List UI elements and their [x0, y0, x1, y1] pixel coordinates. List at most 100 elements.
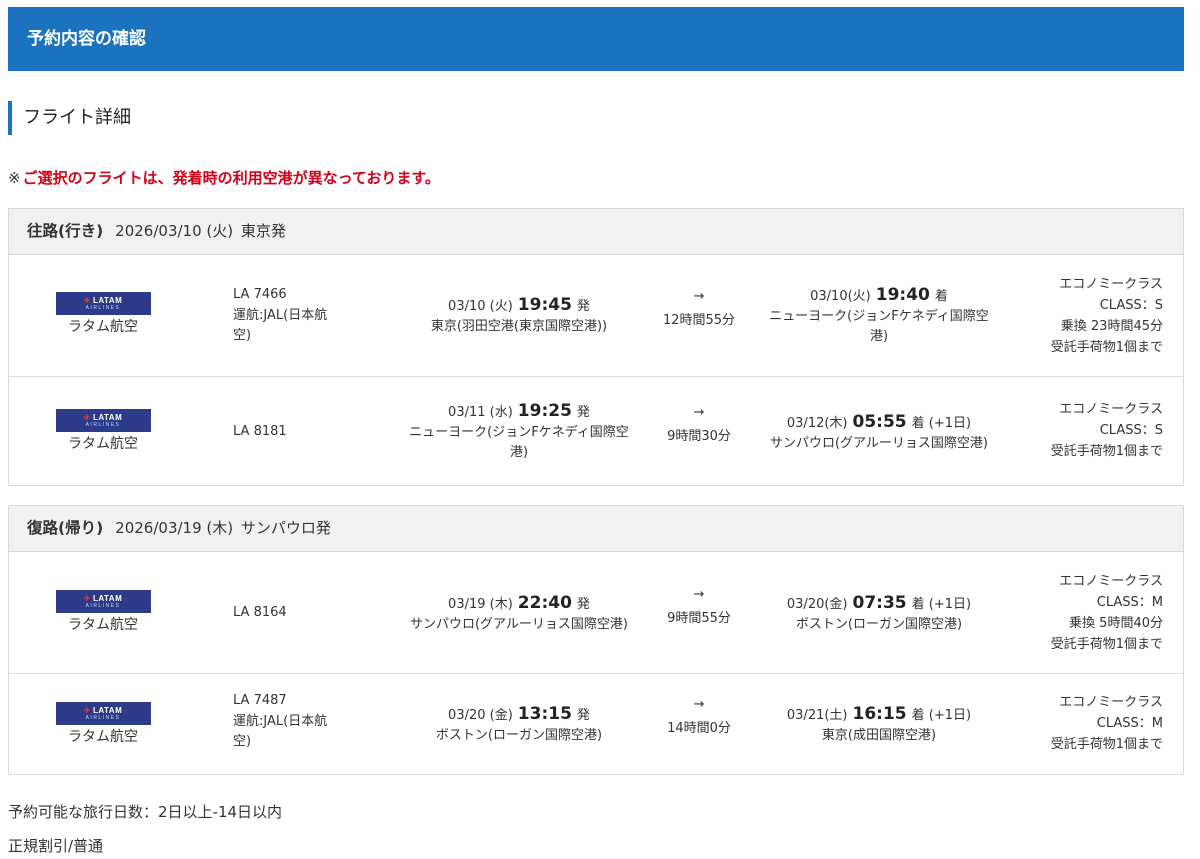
cabin-class: エコノミークラス [1059, 574, 1163, 589]
arrival-suffix: 着 [911, 708, 925, 723]
arrow-icon: → [693, 405, 705, 420]
flight-duration: 9時間55分 [667, 611, 731, 626]
departure-info: 03/19 (木) 22:40 発 サンパウロ(グアルーリョス国際空港) [399, 593, 639, 635]
arrival-next-day: (+1日) [928, 708, 972, 723]
duration-block: → 9時間55分 [649, 583, 749, 631]
departure-time: 22:40 [517, 593, 572, 613]
baggage-allowance: 受託手荷物1個まで [1050, 737, 1163, 752]
flight-number: LA 8181 [233, 422, 353, 443]
arrival-date: 03/10(火) [810, 289, 871, 304]
departure-suffix: 発 [576, 299, 590, 314]
departure-time: 19:45 [517, 295, 572, 315]
booking-class: CLASS：M [1096, 595, 1163, 610]
fare-class-info: エコノミークラス CLASS：M 受託手荷物1個まで [1051, 692, 1163, 755]
airline-name: ラタム航空 [68, 436, 138, 452]
booking-class: CLASS：S [1099, 423, 1163, 438]
flight-line: LA 7487 [233, 693, 287, 708]
flight-number: LA 8164 [233, 603, 353, 624]
airline-name: ラタム航空 [68, 617, 138, 633]
leg-origin: サンパウロ発 [240, 519, 331, 537]
cabin-class: エコノミークラス [1059, 695, 1163, 710]
arrival-time: 07:35 [852, 593, 907, 613]
leg-header: 復路(帰り) 2026/03/19 (木) サンパウロ発 [9, 506, 1183, 552]
departure-suffix: 発 [576, 597, 590, 612]
departure-time: 13:15 [517, 704, 572, 724]
flight-line: 空) [233, 328, 252, 343]
departure-date: 03/20 (金) [448, 708, 513, 723]
flight-line: LA 7466 [233, 287, 287, 302]
flight-line: 運航:JAL(日本航 [233, 713, 328, 729]
connection-time: 乗換 23時間45分 [1060, 319, 1163, 334]
airport-notice: ※ ご選択のフライトは、発着時の利用空港が異なっております。 [8, 167, 440, 189]
latam-flag-icon: ✈ [83, 413, 91, 422]
arrival-info: 03/21(土) 16:15 着 (+1日) 東京(成田国際空港) [759, 704, 999, 746]
arrival-airport: サンパウロ(グアルーリョス国際空港) [769, 436, 988, 451]
notice-text: ご選択のフライトは、発着時の利用空港が異なっております。 [22, 169, 440, 187]
leg-origin: 東京発 [240, 222, 286, 240]
arrow-icon: → [693, 697, 705, 712]
cabin-class: エコノミークラス [1059, 402, 1163, 417]
flight-segment: ✈ LATAM AIRLINES ラタム航空 LA 7466 運航:JAL(日本航… [9, 255, 1183, 377]
logo-subtext: AIRLINES [85, 422, 121, 428]
page-title: 予約内容の確認 [27, 29, 146, 49]
arrival-date: 03/12(木) [786, 416, 848, 431]
flight-duration: 9時間30分 [667, 429, 731, 444]
booking-class: CLASS：M [1096, 716, 1163, 731]
arrival-time: 19:40 [875, 285, 930, 305]
airline-name: ラタム航空 [68, 319, 138, 335]
departure-info: 03/11 (水) 19:25 発 ニューヨーク(ジョンFケネディ国際空 港) [399, 401, 639, 463]
arrival-suffix: 着 [911, 597, 925, 612]
leg-date: 2026/03/10 (火) [115, 222, 234, 240]
latam-logo: ✈ LATAM AIRLINES [55, 292, 151, 315]
latam-flag-icon: ✈ [83, 296, 91, 305]
logo-subtext: AIRLINES [85, 603, 121, 609]
arrival-airport: ボストン(ローガン国際空港) [795, 617, 963, 632]
arrival-airport: 東京(成田国際空港) [821, 728, 937, 743]
fare-type-note: 正規割引/普通 [8, 837, 104, 855]
latam-logo: ✈ LATAM AIRLINES [55, 409, 151, 432]
airline-block: ✈ LATAM AIRLINES ラタム航空 [55, 702, 151, 747]
flight-segment: ✈ LATAM AIRLINES ラタム航空 LA 7487 運航:JAL(日本航… [9, 674, 1183, 774]
latam-logo: ✈ LATAM AIRLINES [55, 702, 151, 725]
outbound-leg: 往路(行き) 2026/03/10 (火) 東京発 ✈ LATAM AIRLINES… [8, 208, 1184, 486]
logo-subtext: AIRLINES [85, 305, 121, 311]
flight-line: 空) [233, 734, 252, 749]
duration-block: → 14時間0分 [649, 693, 749, 741]
arrival-airport: 港) [869, 329, 889, 344]
arrival-date: 03/20(金) [786, 597, 848, 612]
departure-suffix: 発 [576, 405, 590, 420]
duration-block: → 9時間30分 [649, 401, 749, 449]
departure-airport: 東京(羽田空港(東京国際空港)) [430, 319, 608, 334]
airline-block: ✈ LATAM AIRLINES ラタム航空 [55, 409, 151, 454]
departure-airport: ボストン(ローガン国際空港) [435, 728, 603, 743]
logo-text: LATAM [92, 413, 123, 422]
latam-flag-icon: ✈ [83, 706, 91, 715]
departure-airport: 港) [509, 445, 529, 460]
logo-text: LATAM [92, 706, 123, 715]
flight-line: LA 8164 [233, 605, 287, 620]
flight-number: LA 7466 運航:JAL(日本航 空) [233, 285, 353, 347]
arrival-info: 03/12(木) 05:55 着 (+1日) サンパウロ(グアルーリョス国際空港) [759, 412, 999, 454]
arrival-airport: ニューヨーク(ジョンFケネディ国際空 [769, 309, 989, 324]
section-title: フライト詳細 [8, 101, 131, 135]
departure-info: 03/10 (火) 19:45 発 東京(羽田空港(東京国際空港)) [399, 295, 639, 337]
arrow-icon: → [693, 289, 705, 304]
notice-mark: ※ [8, 169, 21, 187]
arrival-date: 03/21(土) [786, 708, 848, 723]
travel-days-note: 予約可能な旅行日数：2日以上-14日以内 [8, 803, 283, 821]
departure-airport: サンパウロ(グアルーリョス国際空港) [409, 617, 628, 632]
flight-segment: ✈ LATAM AIRLINES ラタム航空 LA 8164 03/19 (木) 2… [9, 552, 1183, 674]
departure-airport: ニューヨーク(ジョンFケネディ国際空 [409, 425, 629, 440]
departure-info: 03/20 (金) 13:15 発 ボストン(ローガン国際空港) [399, 704, 639, 746]
flight-line: 運航:JAL(日本航 [233, 307, 328, 323]
baggage-allowance: 受託手荷物1個まで [1050, 340, 1163, 355]
arrow-icon: → [693, 587, 705, 602]
baggage-allowance: 受託手荷物1個まで [1050, 444, 1163, 459]
airline-name: ラタム航空 [68, 729, 138, 745]
airline-block: ✈ LATAM AIRLINES ラタム航空 [55, 590, 151, 635]
latam-logo: ✈ LATAM AIRLINES [55, 590, 151, 613]
leg-header: 往路(行き) 2026/03/10 (火) 東京発 [9, 209, 1183, 255]
baggage-allowance: 受託手荷物1個まで [1050, 637, 1163, 652]
page-header: 予約内容の確認 [8, 7, 1184, 71]
arrival-info: 03/10(火) 19:40 着 ニューヨーク(ジョンFケネディ国際空 港) [759, 285, 999, 347]
